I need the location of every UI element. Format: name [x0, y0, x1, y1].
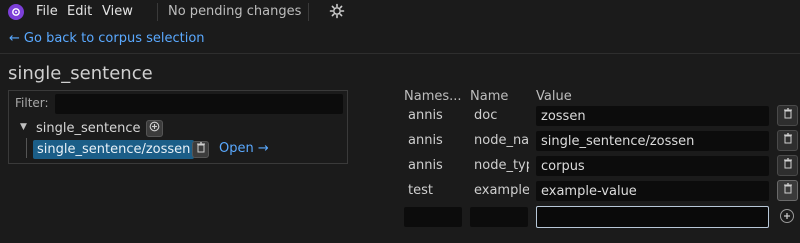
menubar-separator	[308, 3, 309, 21]
trash-icon	[783, 133, 793, 148]
column-header-name[interactable]: Name	[470, 89, 508, 104]
row-value-input[interactable]	[536, 131, 769, 151]
row-value-input[interactable]	[536, 156, 769, 176]
filter-input[interactable]	[55, 94, 343, 114]
trash-icon	[196, 142, 206, 157]
column-header-namespace[interactable]: Names...	[404, 89, 462, 104]
app-logo-icon	[8, 4, 24, 20]
new-namespace-input[interactable]	[404, 207, 462, 227]
pending-changes-status: No pending changes	[168, 4, 302, 19]
trash-icon	[783, 108, 793, 123]
row-value-input[interactable]	[536, 181, 769, 201]
arrow-right-icon: →	[257, 141, 269, 156]
back-link-label: Go back to corpus selection	[23, 31, 205, 46]
trash-icon	[783, 183, 793, 198]
tree-root-label[interactable]: single_sentence	[36, 121, 140, 136]
delete-row-button[interactable]	[777, 180, 798, 201]
new-value-input[interactable]	[536, 206, 769, 228]
row-name: node_typ	[474, 158, 529, 173]
divider	[0, 53, 800, 54]
menu-view[interactable]: View	[102, 4, 133, 19]
row-namespace: annis	[408, 133, 443, 148]
add-child-button[interactable]	[146, 120, 163, 137]
open-link[interactable]: Open →	[219, 141, 269, 156]
trash-icon	[783, 158, 793, 173]
row-name: doc	[474, 108, 498, 123]
column-header-value[interactable]: Value	[536, 89, 572, 104]
menu-edit[interactable]: Edit	[67, 4, 92, 19]
menubar-separator	[157, 3, 158, 21]
tree-item-selected[interactable]: single_sentence/zossen	[33, 140, 195, 159]
delete-row-button[interactable]	[777, 105, 798, 126]
plus-circle-icon	[149, 121, 160, 136]
new-name-input[interactable]	[470, 207, 528, 227]
arrow-left-icon: ←	[9, 31, 20, 46]
delete-row-button[interactable]	[777, 130, 798, 151]
page-title: single_sentence	[8, 63, 153, 84]
delete-item-button[interactable]	[192, 141, 209, 158]
open-link-label: Open	[219, 141, 254, 156]
row-namespace: annis	[408, 108, 443, 123]
caret-down-icon[interactable]: ▼	[20, 122, 27, 132]
menu-file[interactable]: File	[36, 4, 58, 19]
row-namespace: test	[408, 183, 433, 198]
filter-label: Filter:	[15, 96, 49, 110]
add-row-button[interactable]	[780, 209, 794, 223]
plus-icon	[783, 209, 791, 224]
row-namespace: annis	[408, 158, 443, 173]
row-name: example	[474, 183, 529, 198]
back-link[interactable]: ← Go back to corpus selection	[9, 31, 205, 46]
tree-guide-line	[26, 138, 27, 158]
gear-icon[interactable]	[329, 3, 345, 19]
row-value-input[interactable]	[536, 106, 769, 126]
row-name: node_na	[474, 133, 529, 148]
delete-row-button[interactable]	[777, 155, 798, 176]
